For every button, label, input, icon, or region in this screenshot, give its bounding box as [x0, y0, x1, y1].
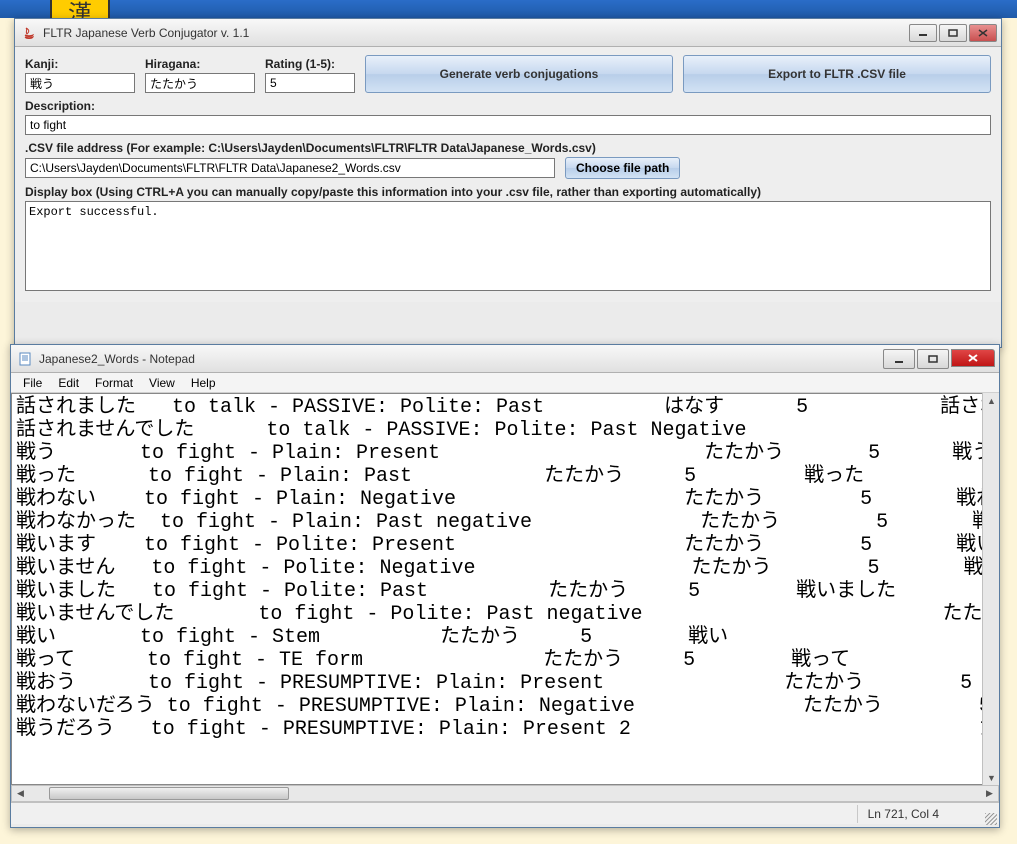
notepad-textarea[interactable]: 話されました to talk - PASSIVE: Polite: Past は… [11, 393, 999, 785]
minimize-button[interactable] [909, 24, 937, 42]
hiragana-label: Hiragana: [145, 57, 255, 71]
kanji-label: Kanji: [25, 57, 135, 71]
horizontal-scrollbar[interactable]: ◀ ▶ [11, 785, 999, 802]
titlebar[interactable]: FLTR Japanese Verb Conjugator v. 1.1 [15, 19, 1001, 47]
scroll-right-icon[interactable]: ▶ [981, 786, 998, 801]
scroll-down-icon[interactable]: ▼ [983, 770, 1000, 785]
scroll-up-icon[interactable]: ▲ [983, 393, 1000, 408]
scroll-left-icon[interactable]: ◀ [12, 786, 29, 801]
description-label: Description: [25, 99, 991, 113]
notepad-title: Japanese2_Words - Notepad [39, 352, 881, 366]
conjugator-window: FLTR Japanese Verb Conjugator v. 1.1 Kan… [14, 18, 1002, 348]
notepad-maximize-button[interactable] [917, 349, 949, 369]
resize-grip[interactable] [985, 813, 997, 825]
cursor-position: Ln 721, Col 4 [857, 805, 979, 823]
vertical-scrollbar[interactable]: ▲ ▼ [982, 393, 999, 785]
menu-file[interactable]: File [15, 374, 50, 392]
kanji-input[interactable] [25, 73, 135, 93]
notepad-statusbar: Ln 721, Col 4 [11, 802, 999, 824]
hiragana-input[interactable] [145, 73, 255, 93]
notepad-close-button[interactable] [951, 349, 995, 367]
choose-file-path-button[interactable]: Choose file path [565, 157, 680, 179]
notepad-menubar: File Edit Format View Help [11, 373, 999, 393]
rating-input[interactable] [265, 73, 355, 93]
rating-label: Rating (1-5): [265, 57, 355, 71]
notepad-window: Japanese2_Words - Notepad File Edit Form… [10, 344, 1000, 828]
notepad-icon [17, 351, 33, 367]
java-icon [21, 25, 37, 41]
menu-help[interactable]: Help [183, 374, 224, 392]
menu-format[interactable]: Format [87, 374, 141, 392]
generate-button[interactable]: Generate verb conjugations [365, 55, 673, 93]
notepad-titlebar[interactable]: Japanese2_Words - Notepad [11, 345, 999, 373]
notepad-minimize-button[interactable] [883, 349, 915, 369]
scroll-thumb[interactable] [49, 787, 289, 800]
maximize-button[interactable] [939, 24, 967, 42]
display-box[interactable]: Export successful. [25, 201, 991, 291]
description-input[interactable] [25, 115, 991, 135]
menu-view[interactable]: View [141, 374, 183, 392]
background-taskbar: 漢 [0, 0, 1017, 18]
menu-edit[interactable]: Edit [50, 374, 87, 392]
csv-address-label: .CSV file address (For example: C:\Users… [25, 141, 991, 155]
export-button[interactable]: Export to FLTR .CSV file [683, 55, 991, 93]
window-title: FLTR Japanese Verb Conjugator v. 1.1 [43, 26, 907, 40]
close-button[interactable] [969, 24, 997, 42]
display-box-label: Display box (Using CTRL+A you can manual… [25, 185, 991, 199]
csv-path-input[interactable] [25, 158, 555, 178]
